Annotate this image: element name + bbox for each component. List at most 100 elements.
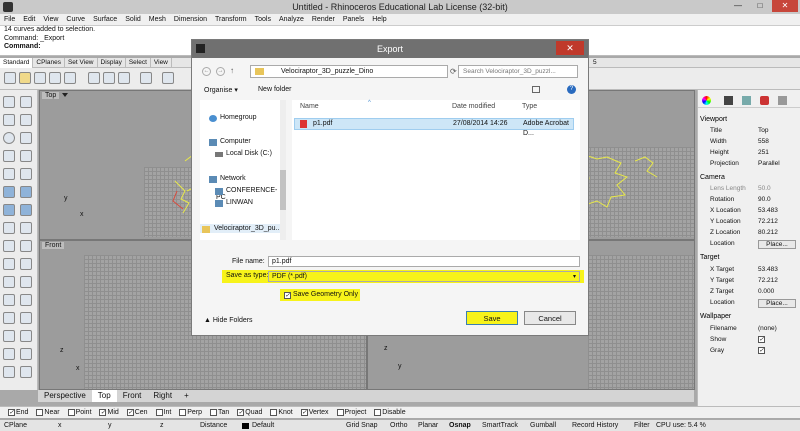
new-folder-button[interactable]: New folder bbox=[258, 86, 291, 93]
menu-edit[interactable]: Edit bbox=[19, 14, 39, 26]
column-name[interactable]: Name bbox=[300, 103, 319, 110]
file-row[interactable]: p1.pdf 27/08/2014 14:26 Adobe Acrobat D.… bbox=[294, 118, 574, 137]
column-date-modified[interactable]: Date modified bbox=[452, 103, 495, 110]
options-icon[interactable] bbox=[20, 366, 32, 378]
menu-tools[interactable]: Tools bbox=[251, 14, 275, 26]
menu-file[interactable]: File bbox=[0, 14, 19, 26]
osnap-mid[interactable]: ✓ Mid bbox=[99, 407, 119, 419]
layer-icon[interactable] bbox=[20, 348, 32, 360]
tab-set-view[interactable]: Set View bbox=[65, 58, 98, 68]
import-icon[interactable] bbox=[64, 72, 76, 84]
arc-icon[interactable] bbox=[20, 132, 32, 144]
back-icon[interactable]: ← bbox=[202, 67, 211, 76]
osnap-vertex[interactable]: ✓ Vertex bbox=[300, 407, 329, 419]
menu-analyze[interactable]: Analyze bbox=[275, 14, 308, 26]
fillet-icon[interactable] bbox=[3, 168, 15, 180]
close-button[interactable]: ✕ bbox=[772, 0, 798, 12]
mesh-icon[interactable] bbox=[3, 222, 15, 234]
help-icon[interactable]: ? bbox=[567, 85, 576, 94]
grid-snap-toggle[interactable]: Grid Snap bbox=[346, 420, 378, 431]
cancel-button[interactable]: Cancel bbox=[524, 311, 576, 325]
text-icon[interactable] bbox=[20, 330, 32, 342]
split-icon[interactable] bbox=[20, 276, 32, 288]
layers-icon[interactable] bbox=[778, 96, 787, 105]
menu-transform[interactable]: Transform bbox=[211, 14, 251, 26]
menu-render[interactable]: Render bbox=[308, 14, 339, 26]
nav-scrollbar[interactable] bbox=[280, 100, 286, 240]
tab-right[interactable]: Right bbox=[147, 390, 178, 402]
osnap-perp[interactable]: Perp bbox=[179, 407, 202, 419]
osnap-quad[interactable]: ✓ Quad bbox=[237, 407, 262, 419]
menu-dimension[interactable]: Dimension bbox=[170, 14, 211, 26]
up-folder-icon[interactable]: ↑ bbox=[230, 66, 234, 75]
viewport-menu-arrow-icon[interactable] bbox=[62, 93, 68, 99]
render-icon[interactable] bbox=[20, 222, 32, 234]
tab-view[interactable]: View bbox=[151, 58, 172, 68]
viewport-top-label[interactable]: Top bbox=[42, 92, 60, 99]
menu-surface[interactable]: Surface bbox=[89, 14, 121, 26]
save-file-icon[interactable] bbox=[34, 72, 46, 84]
undo-icon[interactable] bbox=[140, 72, 152, 84]
osnap-toggle[interactable]: Osnap bbox=[449, 420, 471, 431]
cut-icon[interactable] bbox=[88, 72, 100, 84]
osnap-knot[interactable]: Knot bbox=[270, 407, 293, 419]
render-sphere-icon[interactable] bbox=[760, 96, 769, 105]
tab-standard[interactable]: Standard bbox=[0, 58, 34, 68]
save-type-select[interactable]: PDF (*.pdf) bbox=[268, 271, 580, 282]
polygon-icon[interactable] bbox=[20, 150, 32, 162]
add-viewport-icon[interactable]: + bbox=[178, 390, 195, 402]
planar-toggle[interactable]: Planar bbox=[418, 420, 438, 431]
offset-icon[interactable] bbox=[20, 168, 32, 180]
solid-box-icon[interactable] bbox=[20, 186, 32, 198]
refresh-icon[interactable]: ⟳ bbox=[450, 67, 457, 76]
dialog-close-button[interactable]: ✕ bbox=[556, 41, 584, 55]
checkbox-checked-icon[interactable]: ✓ bbox=[758, 336, 765, 343]
dimension-icon[interactable] bbox=[3, 330, 15, 342]
ungroup-icon[interactable] bbox=[20, 312, 32, 324]
smarttrack-toggle[interactable]: SmartTrack bbox=[482, 420, 518, 431]
minimize-button[interactable]: — bbox=[728, 0, 748, 12]
extrude-icon[interactable] bbox=[3, 204, 15, 216]
properties-icon[interactable] bbox=[3, 366, 15, 378]
ortho-toggle[interactable]: Ortho bbox=[390, 420, 408, 431]
viewport-front-label[interactable]: Front bbox=[42, 242, 65, 249]
tab-cplanes[interactable]: CPlanes bbox=[33, 58, 65, 68]
pan-icon[interactable] bbox=[162, 72, 174, 84]
menu-curve[interactable]: Curve bbox=[62, 14, 89, 26]
move-icon[interactable] bbox=[3, 240, 15, 252]
tab-perspective[interactable]: Perspective bbox=[38, 390, 92, 402]
osnap-near[interactable]: Near bbox=[36, 407, 60, 419]
checkbox-checked-icon[interactable]: ✓ bbox=[758, 347, 765, 354]
address-bar[interactable]: Velociraptor_3D_puzzle_Dino bbox=[250, 65, 448, 78]
display-icon[interactable] bbox=[724, 96, 733, 105]
view-options-icon[interactable] bbox=[532, 86, 540, 93]
rectangle-icon[interactable] bbox=[3, 150, 15, 162]
trim-icon[interactable] bbox=[3, 276, 15, 288]
osnap-cen[interactable]: ✓ Cen bbox=[126, 407, 148, 419]
file-name-input[interactable]: p1.pdf bbox=[268, 256, 580, 267]
paste-icon[interactable] bbox=[118, 72, 130, 84]
filter-toggle[interactable]: Filter bbox=[634, 420, 650, 431]
nav-linwan[interactable]: LINWAN bbox=[215, 199, 253, 207]
menu-panels[interactable]: Panels bbox=[339, 14, 368, 26]
copy-icon[interactable] bbox=[103, 72, 115, 84]
scale-icon[interactable] bbox=[20, 258, 32, 270]
color-wheel-icon[interactable] bbox=[702, 96, 711, 105]
explode-icon[interactable] bbox=[20, 294, 32, 306]
nav-velociraptor-folder[interactable]: Velociraptor_3D_pu... bbox=[200, 224, 286, 233]
forward-icon[interactable]: → bbox=[216, 67, 225, 76]
osnap-point[interactable]: Point bbox=[67, 407, 92, 419]
tab-front[interactable]: Front bbox=[117, 390, 148, 402]
print-icon[interactable] bbox=[49, 72, 61, 84]
nav-computer[interactable]: Computer bbox=[209, 138, 251, 146]
place-target-button[interactable]: Place... bbox=[758, 299, 796, 308]
menu-mesh[interactable]: Mesh bbox=[145, 14, 170, 26]
new-file-icon[interactable] bbox=[4, 72, 16, 84]
gumball-toggle[interactable]: Gumball bbox=[530, 420, 556, 431]
osnap-project[interactable]: Project bbox=[336, 407, 366, 419]
save-button[interactable]: Save bbox=[466, 311, 518, 325]
record-history-toggle[interactable]: Record History bbox=[572, 420, 618, 431]
tab-overflow[interactable]: 5 bbox=[590, 58, 600, 68]
dropdown-arrow-icon[interactable]: ▾ bbox=[573, 273, 576, 280]
circle-icon[interactable] bbox=[3, 132, 15, 144]
